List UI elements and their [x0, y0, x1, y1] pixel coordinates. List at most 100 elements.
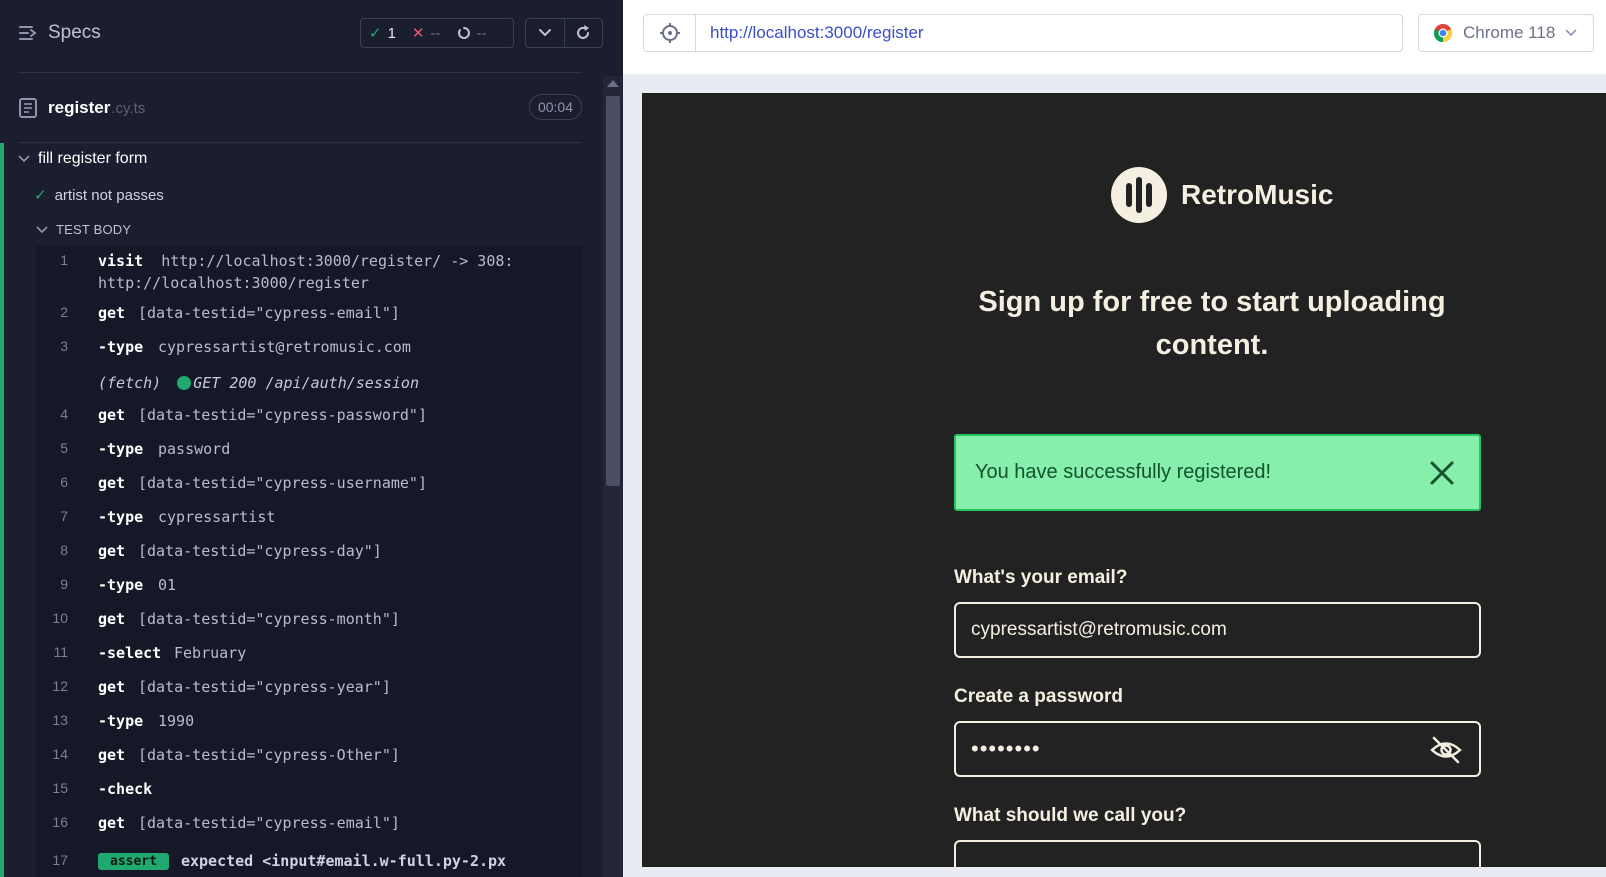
command-number: 9: [60, 576, 68, 592]
fetch-row[interactable]: (fetch) GET 200 /api/auth/session: [36, 374, 582, 396]
command-name: -type: [98, 440, 144, 458]
spec-header[interactable]: register .cy.ts 00:04: [18, 90, 582, 126]
chevron-down-icon: [538, 29, 551, 37]
browser-name: Chrome 118: [1463, 23, 1556, 42]
command-number: 2: [60, 304, 68, 320]
password-field[interactable]: ••••••••: [954, 721, 1481, 777]
pending-stat: --: [449, 25, 495, 42]
command-message: [data-testid="cypress-day"]: [138, 542, 382, 560]
command-row[interactable]: 10 get [data-testid="cypress-month"]: [36, 610, 582, 632]
test-title-row[interactable]: ✓ artist not passes: [34, 186, 164, 205]
browser-selector[interactable]: Chrome 118: [1418, 14, 1594, 52]
assert-badge: assert: [98, 852, 169, 870]
specs-button[interactable]: Specs: [18, 22, 101, 44]
command-number: 15: [52, 780, 68, 796]
eye-off-icon[interactable]: [1429, 735, 1463, 765]
command-name: get: [98, 542, 126, 560]
command-name: -type: [98, 508, 144, 526]
command-number: 17: [52, 852, 68, 868]
command-name: -check: [98, 780, 153, 798]
command-text: visit http://localhost:3000/register/ ->…: [98, 250, 568, 294]
command-row[interactable]: 4 get [data-testid="cypress-password"]: [36, 406, 582, 428]
close-icon[interactable]: [1427, 458, 1457, 488]
command-row[interactable]: 13 -type 1990: [36, 712, 582, 734]
command-name: get: [98, 610, 126, 628]
selector-playground-button[interactable]: [643, 14, 695, 52]
success-alert: You have successfully registered!: [954, 434, 1481, 511]
command-message-continued: http://localhost:3000/register: [98, 274, 369, 292]
collapse-all-button[interactable]: [526, 19, 564, 47]
command-message: [data-testid="cypress-email"]: [138, 814, 400, 832]
command-number: 7: [60, 508, 68, 524]
status-dot-icon: [177, 376, 192, 390]
command-row[interactable]: 1 visit http://localhost:3000/register/ …: [36, 250, 582, 294]
test-body-toggle[interactable]: TEST BODY: [36, 222, 131, 237]
command-row[interactable]: 3 -type cypressartist@retromusic.com: [36, 338, 582, 360]
command-row[interactable]: 2 get [data-testid="cypress-email"]: [36, 304, 582, 326]
command-name: -type: [98, 712, 144, 730]
command-row[interactable]: 6 get [data-testid="cypress-username"]: [36, 474, 582, 496]
url-text[interactable]: http://localhost:3000/register: [710, 23, 924, 43]
url-bar[interactable]: http://localhost:3000/register: [695, 14, 1403, 52]
username-field[interactable]: [954, 840, 1481, 867]
command-name: -select: [98, 644, 162, 662]
command-row[interactable]: 11 -select February: [36, 644, 582, 666]
check-icon: ✓: [369, 25, 382, 42]
spec-extension: .cy.ts: [111, 99, 146, 117]
command-row[interactable]: 8 get [data-testid="cypress-day"]: [36, 542, 582, 564]
command-name: get: [98, 304, 126, 322]
command-message: 1990: [158, 712, 195, 730]
pending-count: --: [476, 24, 487, 42]
email-value: cypressartist@retromusic.com: [971, 619, 1227, 640]
run-controls: [525, 18, 603, 48]
brand-logo[interactable]: RetroMusic: [1111, 167, 1333, 223]
failed-count: --: [430, 24, 441, 42]
assert-row[interactable]: assert expected <input#email.w-full.py-2…: [98, 852, 506, 870]
cypress-reporter: Specs ✓ 1 ✕ -- -- register .cy.ts 00:04 …: [0, 0, 623, 877]
chevron-down-icon: [18, 155, 30, 163]
menu-icon: [19, 26, 37, 40]
command-row[interactable]: 9 -type 01: [36, 576, 582, 598]
command-message: http://localhost:3000/register/ -> 308:: [161, 252, 514, 270]
command-row[interactable]: 16 get [data-testid="cypress-email"]: [36, 814, 582, 836]
stats-summary: ✓ 1 ✕ -- --: [360, 18, 514, 48]
chevron-down-icon: [1565, 29, 1577, 37]
chevron-down-icon: [36, 225, 48, 233]
spec-duration: 00:04: [528, 94, 582, 120]
command-number: 13: [52, 712, 68, 728]
passed-stat: ✓ 1: [361, 24, 404, 43]
suite-title-row[interactable]: fill register form: [18, 150, 147, 168]
scroll-up-arrow-icon[interactable]: [607, 80, 619, 87]
test-title: artist not passes: [54, 186, 164, 204]
scrollbar-thumb[interactable]: [606, 96, 620, 486]
reporter-scrollbar[interactable]: [603, 76, 623, 877]
command-message: February: [174, 644, 247, 662]
brand-name: RetroMusic: [1181, 179, 1334, 210]
header-divider: [18, 72, 582, 73]
command-row[interactable]: 12 get [data-testid="cypress-year"]: [36, 678, 582, 700]
command-name: get: [98, 474, 126, 492]
command-log: 1 visit http://localhost:3000/register/ …: [36, 246, 582, 877]
command-number: 11: [53, 644, 68, 660]
command-row[interactable]: 15 -check: [36, 780, 582, 802]
fetch-text: (fetch) GET 200 /api/auth/session: [98, 374, 419, 392]
email-field[interactable]: cypressartist@retromusic.com: [954, 602, 1481, 658]
check-icon: ✓: [34, 187, 47, 204]
command-row[interactable]: 7 -type cypressartist: [36, 508, 582, 530]
chrome-icon: [1433, 24, 1453, 43]
command-name: get: [98, 406, 126, 424]
crosshair-icon: [659, 23, 680, 43]
command-name: -type: [98, 576, 144, 594]
pending-circle-icon: [457, 27, 470, 39]
command-number: 4: [60, 406, 68, 422]
rerun-button[interactable]: [563, 19, 602, 47]
command-message: [data-testid="cypress-username"]: [138, 474, 427, 492]
command-name: -type: [98, 338, 144, 356]
app-under-test-panel: http://localhost:3000/register Chrome 11…: [623, 0, 1606, 877]
passed-count: 1: [387, 24, 396, 42]
command-row[interactable]: 14 get [data-testid="cypress-Other"]: [36, 746, 582, 768]
specs-label: Specs: [48, 22, 101, 43]
password-label: Create a password: [954, 686, 1123, 707]
command-row[interactable]: 5 -type password: [36, 440, 582, 462]
command-number: 1: [60, 252, 68, 268]
